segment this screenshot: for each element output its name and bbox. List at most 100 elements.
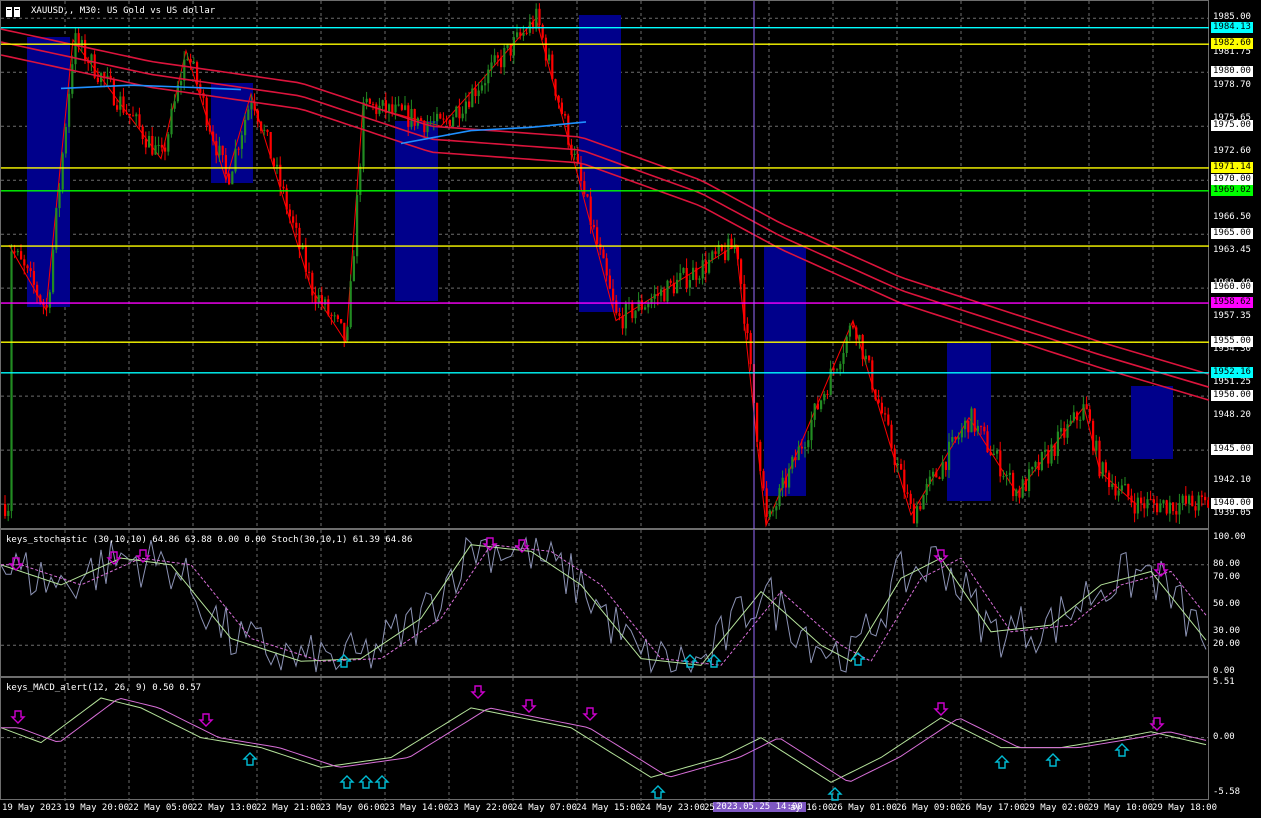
candle-body xyxy=(10,251,13,511)
candle-body xyxy=(666,280,669,302)
macd-sell-arrow-4 xyxy=(582,707,598,721)
candle-body xyxy=(71,64,74,94)
candle-body xyxy=(397,104,400,106)
candle-body xyxy=(884,413,887,415)
stochastic-pane[interactable]: keys_stochastic (30,10,10) 64.86 63.88 0… xyxy=(0,529,1210,678)
candle-body xyxy=(858,334,861,340)
candle-body xyxy=(1194,506,1197,511)
candle-body xyxy=(996,450,999,454)
candle-body xyxy=(871,360,874,390)
candle-body xyxy=(564,113,567,116)
candle-body xyxy=(1184,495,1187,504)
candle-body xyxy=(477,90,480,97)
candle xyxy=(1053,443,1056,461)
candle-body xyxy=(1133,502,1136,514)
candle xyxy=(288,204,291,224)
macd-pane[interactable]: keys_MACD_alert(12, 26, 9) 0.50 0.57 xyxy=(0,677,1210,801)
candle xyxy=(356,189,359,264)
candle-body xyxy=(823,393,826,401)
candle xyxy=(1072,405,1075,423)
candle xyxy=(503,43,506,75)
candle xyxy=(634,310,637,324)
candle-body xyxy=(903,469,906,493)
candle xyxy=(439,112,442,120)
candle-body xyxy=(1188,495,1191,504)
candle-body xyxy=(1015,489,1018,497)
candle-body xyxy=(221,145,224,156)
candle-body xyxy=(948,441,951,470)
stoch-tick-label: 30.00 xyxy=(1213,625,1241,636)
candle-body xyxy=(692,267,695,281)
candle xyxy=(1168,495,1171,522)
candle-body xyxy=(1060,428,1063,432)
candle-body xyxy=(1162,500,1165,504)
candle xyxy=(708,252,711,275)
candle-body xyxy=(724,250,727,261)
price-tick-label: 1939.05 xyxy=(1213,508,1251,519)
candle-body xyxy=(301,246,304,249)
candle-body xyxy=(1117,490,1120,496)
candle xyxy=(68,88,71,133)
macd-buy-arrow-4 xyxy=(650,785,666,799)
time-tick-label: 22 May 21:00 xyxy=(256,803,322,813)
stoch-buy-arrow-1 xyxy=(682,654,698,668)
candle xyxy=(730,233,733,250)
candle-body xyxy=(84,39,87,61)
price-chart-pane[interactable]: XAUUSD,, M30: US Gold vs US dollar xyxy=(0,0,1210,530)
candle xyxy=(394,96,397,120)
candle xyxy=(445,115,448,125)
time-tick-label: ay 16:00 xyxy=(790,803,834,813)
candle-body xyxy=(260,121,263,131)
candle xyxy=(1184,486,1187,507)
candle-body xyxy=(1149,499,1152,501)
candle-body xyxy=(1168,502,1171,514)
candle-body xyxy=(180,81,183,86)
time-tick-label: 23 May 14:00 xyxy=(384,803,450,813)
candle-body xyxy=(647,304,650,308)
candle-body xyxy=(1066,424,1069,438)
stoch-tick-label: 0.00 xyxy=(1213,666,1235,676)
candle xyxy=(183,51,186,90)
candle xyxy=(1040,451,1043,472)
candle xyxy=(266,129,269,137)
candle-body xyxy=(455,106,458,118)
chart-menu-icon[interactable] xyxy=(6,7,20,17)
price-tick-label: 1978.70 xyxy=(1213,80,1251,91)
candle xyxy=(842,343,845,373)
candle xyxy=(1165,499,1168,516)
candle xyxy=(1066,419,1069,444)
candle xyxy=(343,322,346,348)
candle-body xyxy=(247,109,250,120)
candle-body xyxy=(1040,451,1043,470)
candle-body xyxy=(864,355,867,360)
candle-body xyxy=(1204,496,1207,501)
candle-body xyxy=(55,208,58,250)
candle xyxy=(314,286,317,311)
candle xyxy=(868,355,871,363)
stoch-tick-label: 50.00 xyxy=(1213,599,1241,609)
candle xyxy=(682,267,685,275)
candle-body xyxy=(253,102,256,111)
candle xyxy=(1146,491,1149,517)
candle-body xyxy=(1069,420,1072,425)
candle xyxy=(74,26,77,71)
price-level-label: 1955.00 xyxy=(1211,336,1253,348)
candle-body xyxy=(368,98,371,104)
candle xyxy=(157,136,160,155)
candle-body xyxy=(749,333,752,365)
candle-body xyxy=(932,471,935,477)
candle xyxy=(327,295,330,317)
candle xyxy=(1159,499,1162,513)
candle-body xyxy=(1088,409,1091,421)
candle xyxy=(1104,459,1107,482)
candle-body xyxy=(330,314,333,316)
candle xyxy=(359,163,362,202)
candle-body xyxy=(935,471,938,478)
candle xyxy=(532,15,535,35)
candle xyxy=(487,64,490,92)
candle xyxy=(1117,481,1120,502)
candle xyxy=(362,96,365,173)
candle xyxy=(496,52,499,67)
candle-body xyxy=(119,96,122,110)
candle-body xyxy=(512,37,515,56)
